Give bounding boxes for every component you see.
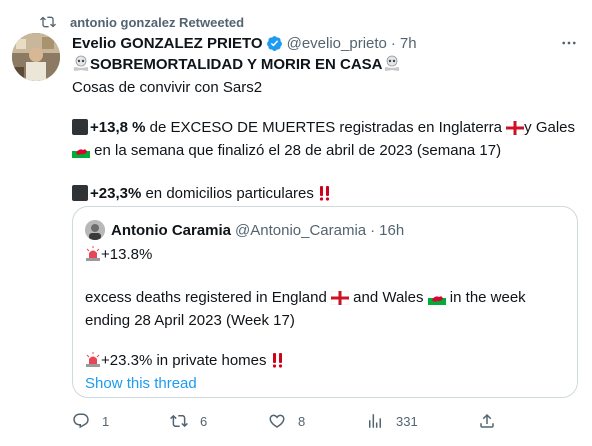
views-count: 331	[396, 413, 418, 429]
tweet-time[interactable]: 7h	[400, 35, 417, 52]
quote-line3: ending 28 April 2023 (Week 17)	[85, 312, 295, 329]
wales-text: y Gales	[524, 119, 576, 136]
excess-deaths-value: +13,8 %	[90, 119, 146, 136]
black-square-icon	[72, 185, 88, 201]
retweet-icon	[40, 14, 56, 30]
separator-dot: ·	[390, 34, 396, 52]
skull-crossbones-icon	[383, 54, 401, 78]
separator-dot: ·	[370, 221, 376, 239]
quote-line2-b: and Wales	[348, 289, 428, 306]
like-button[interactable]: 8	[268, 412, 305, 430]
verified-badge-icon	[266, 35, 283, 52]
retweet-icon	[170, 414, 188, 428]
retweet-label: antonio gonzalez Retweeted	[70, 14, 245, 30]
reply-count: 1	[102, 413, 110, 429]
quote-line2-a: excess deaths registered in England	[85, 289, 331, 306]
quote-avatar[interactable]	[85, 220, 105, 240]
tweet[interactable]: Evelio GONZALEZ PRIETO @evelio_prieto · …	[72, 32, 582, 207]
double-exclamation-icon	[271, 352, 285, 374]
skull-crossbones-icon	[72, 54, 90, 78]
england-flag-icon	[330, 290, 350, 311]
author-handle[interactable]: @evelio_prieto	[287, 35, 387, 52]
quote-author-name[interactable]: Antonio Caramia	[111, 222, 231, 239]
like-count: 8	[298, 413, 306, 429]
wales-flag-icon	[427, 291, 446, 311]
reply-button[interactable]: 1	[72, 412, 109, 430]
black-square-icon	[72, 119, 88, 135]
quote-line2-c: in the week	[445, 289, 526, 306]
retweet-indicator[interactable]: antonio gonzalez Retweeted	[40, 13, 244, 31]
tweet-subtitle: Cosas de convivir con Sars2	[72, 79, 263, 96]
author-name[interactable]: Evelio GONZALEZ PRIETO	[72, 35, 263, 52]
quote-line4: +23.3% in private homes	[101, 352, 271, 369]
double-exclamation-icon	[318, 185, 332, 207]
share-button[interactable]	[478, 412, 496, 430]
rotating-light-icon	[85, 246, 101, 268]
tweet-actions: 1 6 8 331	[72, 412, 512, 434]
reply-icon	[73, 413, 89, 429]
share-icon	[480, 413, 494, 428]
views-chart-icon	[369, 414, 381, 428]
excess-deaths-text: de EXCESO DE MUERTES registradas en Ingl…	[145, 119, 507, 136]
views-button[interactable]: 331	[366, 412, 418, 430]
quoted-tweet[interactable]: Antonio Caramia @Antonio_Caramia · 16h +…	[72, 206, 578, 398]
home-deaths-text: en domicilios particulares	[141, 185, 319, 202]
author-avatar[interactable]	[12, 33, 60, 81]
retweet-button[interactable]: 6	[170, 412, 207, 430]
quote-header: Antonio Caramia @Antonio_Caramia · 16h	[85, 220, 404, 240]
quote-time[interactable]: 16h	[379, 222, 404, 239]
tweet-title: SOBREMORTALIDAD Y MORIR EN CASA	[90, 56, 383, 73]
show-thread-link[interactable]: Show this thread	[85, 374, 565, 394]
more-icon	[562, 41, 576, 45]
tweet-body: SOBREMORTALIDAD Y MORIR EN CASA Cosas de…	[72, 54, 582, 207]
quote-author-handle[interactable]: @Antonio_Caramia	[235, 222, 366, 239]
more-options-button[interactable]	[558, 32, 580, 54]
retweet-count: 6	[200, 413, 208, 429]
quote-line1: +13.8%	[101, 246, 153, 263]
home-deaths-value: +23,3%	[90, 185, 142, 202]
week-text: en la semana que finalizó el 28 de abril…	[90, 142, 502, 159]
quote-body: +13.8% excess deaths registered in Engla…	[85, 245, 565, 394]
tweet-header: Evelio GONZALEZ PRIETO @evelio_prieto · …	[72, 32, 582, 54]
rotating-light-icon	[85, 352, 101, 374]
heart-icon	[269, 414, 285, 428]
england-flag-icon	[505, 120, 525, 141]
wales-flag-icon	[72, 144, 90, 164]
